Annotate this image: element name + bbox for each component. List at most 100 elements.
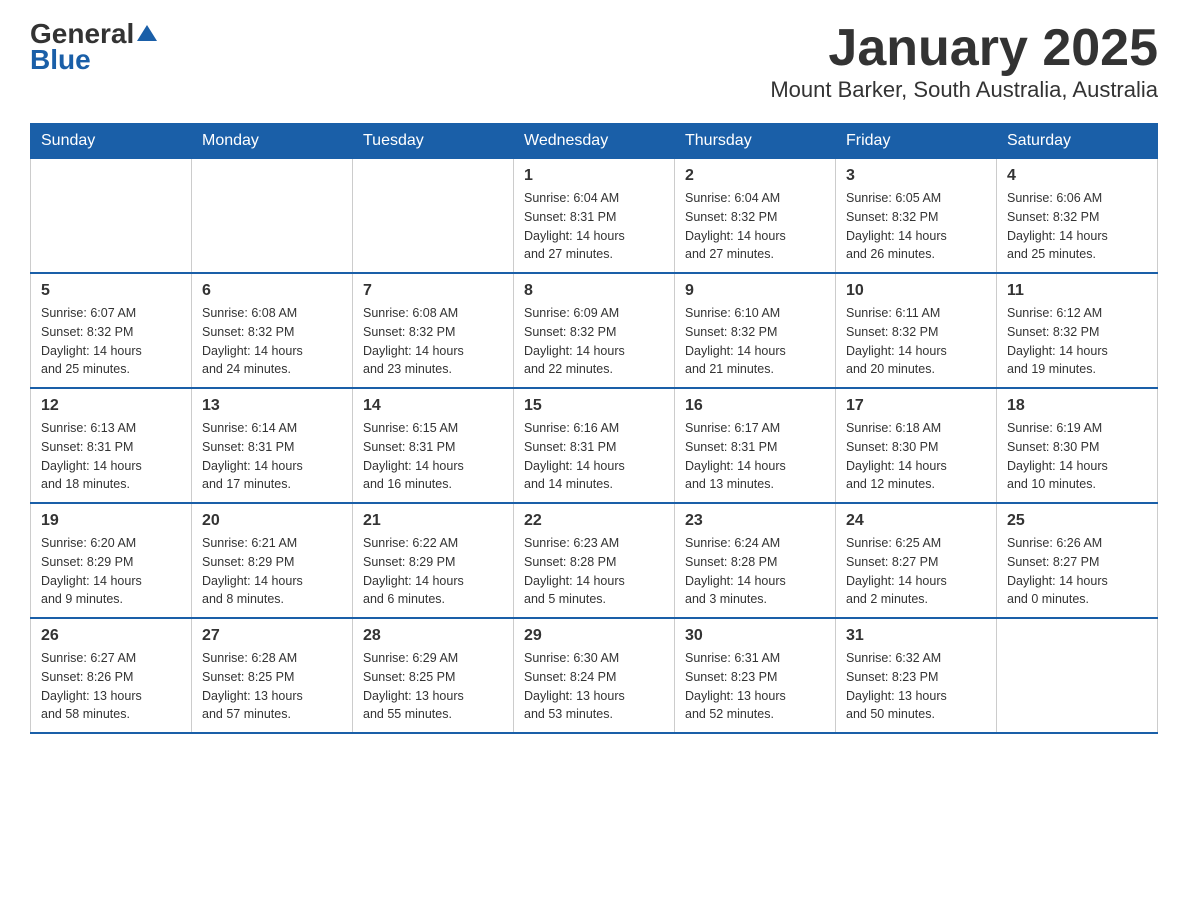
calendar-cell: 28 Sunrise: 6:29 AM Sunset: 8:25 PM Dayli… [353, 618, 514, 733]
day-info: Sunrise: 6:29 AM Sunset: 8:25 PM Dayligh… [363, 649, 503, 724]
calendar-cell: 9 Sunrise: 6:10 AM Sunset: 8:32 PM Daylig… [675, 273, 836, 388]
calendar-cell: 18 Sunrise: 6:19 AM Sunset: 8:30 PM Dayli… [997, 388, 1158, 503]
calendar-cell: 25 Sunrise: 6:26 AM Sunset: 8:27 PM Dayli… [997, 503, 1158, 618]
day-number: 22 [524, 512, 664, 530]
calendar-cell [31, 159, 192, 274]
day-info: Sunrise: 6:06 AM Sunset: 8:32 PM Dayligh… [1007, 189, 1147, 264]
weekday-header-saturday: Saturday [997, 124, 1158, 159]
day-number: 14 [363, 397, 503, 415]
day-number: 20 [202, 512, 342, 530]
calendar-cell: 12 Sunrise: 6:13 AM Sunset: 8:31 PM Dayli… [31, 388, 192, 503]
calendar-week-row: 5 Sunrise: 6:07 AM Sunset: 8:32 PM Daylig… [31, 273, 1158, 388]
calendar-cell: 8Sunrise: 6:09 AM Sunset: 8:32 PM Daylig… [514, 273, 675, 388]
day-number: 15 [524, 397, 664, 415]
calendar-week-row: 1 Sunrise: 6:04 AM Sunset: 8:31 PM Daylig… [31, 159, 1158, 274]
calendar-cell: 11 Sunrise: 6:12 AM Sunset: 8:32 PM Dayli… [997, 273, 1158, 388]
day-info: Sunrise: 6:04 AM Sunset: 8:32 PM Dayligh… [685, 189, 825, 264]
day-number: 4 [1007, 167, 1147, 185]
day-info: Sunrise: 6:10 AM Sunset: 8:32 PM Dayligh… [685, 304, 825, 379]
calendar-cell: 6 Sunrise: 6:08 AM Sunset: 8:32 PM Daylig… [192, 273, 353, 388]
day-number: 24 [846, 512, 986, 530]
calendar-cell [997, 618, 1158, 733]
calendar-cell: 29Sunrise: 6:30 AM Sunset: 8:24 PM Dayli… [514, 618, 675, 733]
calendar-cell: 7 Sunrise: 6:08 AM Sunset: 8:32 PM Daylig… [353, 273, 514, 388]
day-number: 17 [846, 397, 986, 415]
weekday-header-tuesday: Tuesday [353, 124, 514, 159]
day-info: Sunrise: 6:26 AM Sunset: 8:27 PM Dayligh… [1007, 534, 1147, 609]
calendar-cell: 30 Sunrise: 6:31 AM Sunset: 8:23 PM Dayli… [675, 618, 836, 733]
day-info: Sunrise: 6:31 AM Sunset: 8:23 PM Dayligh… [685, 649, 825, 724]
day-number: 6 [202, 282, 342, 300]
day-number: 3 [846, 167, 986, 185]
logo-icon [136, 22, 158, 44]
title-block: January 2025 Mount Barker, South Austral… [770, 20, 1158, 103]
day-info: Sunrise: 6:21 AM Sunset: 8:29 PM Dayligh… [202, 534, 342, 609]
day-number: 23 [685, 512, 825, 530]
logo: General Blue [30, 20, 158, 76]
calendar-cell: 24 Sunrise: 6:25 AM Sunset: 8:27 PM Dayli… [836, 503, 997, 618]
day-info: Sunrise: 6:08 AM Sunset: 8:32 PM Dayligh… [202, 304, 342, 379]
day-info: Sunrise: 6:19 AM Sunset: 8:30 PM Dayligh… [1007, 419, 1147, 494]
day-number: 18 [1007, 397, 1147, 415]
day-number: 21 [363, 512, 503, 530]
day-info: Sunrise: 6:08 AM Sunset: 8:32 PM Dayligh… [363, 304, 503, 379]
day-number: 30 [685, 627, 825, 645]
day-number: 7 [363, 282, 503, 300]
calendar-cell [192, 159, 353, 274]
day-number: 31 [846, 627, 986, 645]
day-info: Sunrise: 6:24 AM Sunset: 8:28 PM Dayligh… [685, 534, 825, 609]
calendar-cell: 22 Sunrise: 6:23 AM Sunset: 8:28 PM Dayli… [514, 503, 675, 618]
day-info: Sunrise: 6:13 AM Sunset: 8:31 PM Dayligh… [41, 419, 181, 494]
day-number: 26 [41, 627, 181, 645]
calendar-cell: 16Sunrise: 6:17 AM Sunset: 8:31 PM Dayli… [675, 388, 836, 503]
day-info: Sunrise: 6:12 AM Sunset: 8:32 PM Dayligh… [1007, 304, 1147, 379]
day-number: 16 [685, 397, 825, 415]
day-number: 2 [685, 167, 825, 185]
calendar-subtitle: Mount Barker, South Australia, Australia [770, 77, 1158, 103]
day-info: Sunrise: 6:04 AM Sunset: 8:31 PM Dayligh… [524, 189, 664, 264]
weekday-header-sunday: Sunday [31, 124, 192, 159]
day-info: Sunrise: 6:14 AM Sunset: 8:31 PM Dayligh… [202, 419, 342, 494]
calendar-cell: 26 Sunrise: 6:27 AM Sunset: 8:26 PM Dayli… [31, 618, 192, 733]
calendar-cell: 14 Sunrise: 6:15 AM Sunset: 8:31 PM Dayli… [353, 388, 514, 503]
day-number: 29 [524, 627, 664, 645]
day-info: Sunrise: 6:23 AM Sunset: 8:28 PM Dayligh… [524, 534, 664, 609]
calendar-cell: 13Sunrise: 6:14 AM Sunset: 8:31 PM Dayli… [192, 388, 353, 503]
day-info: Sunrise: 6:27 AM Sunset: 8:26 PM Dayligh… [41, 649, 181, 724]
calendar-header-row: SundayMondayTuesdayWednesdayThursdayFrid… [31, 124, 1158, 159]
day-info: Sunrise: 6:32 AM Sunset: 8:23 PM Dayligh… [846, 649, 986, 724]
weekday-header-monday: Monday [192, 124, 353, 159]
day-number: 5 [41, 282, 181, 300]
logo-text-blue: Blue [30, 44, 91, 76]
day-number: 1 [524, 167, 664, 185]
calendar-cell: 27Sunrise: 6:28 AM Sunset: 8:25 PM Dayli… [192, 618, 353, 733]
calendar-cell: 20 Sunrise: 6:21 AM Sunset: 8:29 PM Dayli… [192, 503, 353, 618]
calendar-week-row: 19 Sunrise: 6:20 AM Sunset: 8:29 PM Dayli… [31, 503, 1158, 618]
day-number: 12 [41, 397, 181, 415]
calendar-cell: 23 Sunrise: 6:24 AM Sunset: 8:28 PM Dayli… [675, 503, 836, 618]
day-info: Sunrise: 6:07 AM Sunset: 8:32 PM Dayligh… [41, 304, 181, 379]
day-info: Sunrise: 6:16 AM Sunset: 8:31 PM Dayligh… [524, 419, 664, 494]
day-info: Sunrise: 6:15 AM Sunset: 8:31 PM Dayligh… [363, 419, 503, 494]
day-number: 11 [1007, 282, 1147, 300]
calendar-week-row: 26 Sunrise: 6:27 AM Sunset: 8:26 PM Dayli… [31, 618, 1158, 733]
calendar-cell [353, 159, 514, 274]
day-number: 19 [41, 512, 181, 530]
day-info: Sunrise: 6:05 AM Sunset: 8:32 PM Dayligh… [846, 189, 986, 264]
calendar-title: January 2025 [770, 20, 1158, 77]
day-number: 9 [685, 282, 825, 300]
day-info: Sunrise: 6:20 AM Sunset: 8:29 PM Dayligh… [41, 534, 181, 609]
weekday-header-thursday: Thursday [675, 124, 836, 159]
weekday-header-friday: Friday [836, 124, 997, 159]
day-number: 25 [1007, 512, 1147, 530]
calendar-cell: 31 Sunrise: 6:32 AM Sunset: 8:23 PM Dayli… [836, 618, 997, 733]
day-number: 28 [363, 627, 503, 645]
calendar-cell: 10Sunrise: 6:11 AM Sunset: 8:32 PM Dayli… [836, 273, 997, 388]
day-info: Sunrise: 6:25 AM Sunset: 8:27 PM Dayligh… [846, 534, 986, 609]
calendar-cell: 4 Sunrise: 6:06 AM Sunset: 8:32 PM Daylig… [997, 159, 1158, 274]
calendar-cell: 15 Sunrise: 6:16 AM Sunset: 8:31 PM Dayli… [514, 388, 675, 503]
calendar-cell: 3 Sunrise: 6:05 AM Sunset: 8:32 PM Daylig… [836, 159, 997, 274]
page-header: General Blue January 2025 Mount Barker, … [30, 20, 1158, 103]
calendar-table: SundayMondayTuesdayWednesdayThursdayFrid… [30, 123, 1158, 734]
calendar-cell: 2 Sunrise: 6:04 AM Sunset: 8:32 PM Daylig… [675, 159, 836, 274]
